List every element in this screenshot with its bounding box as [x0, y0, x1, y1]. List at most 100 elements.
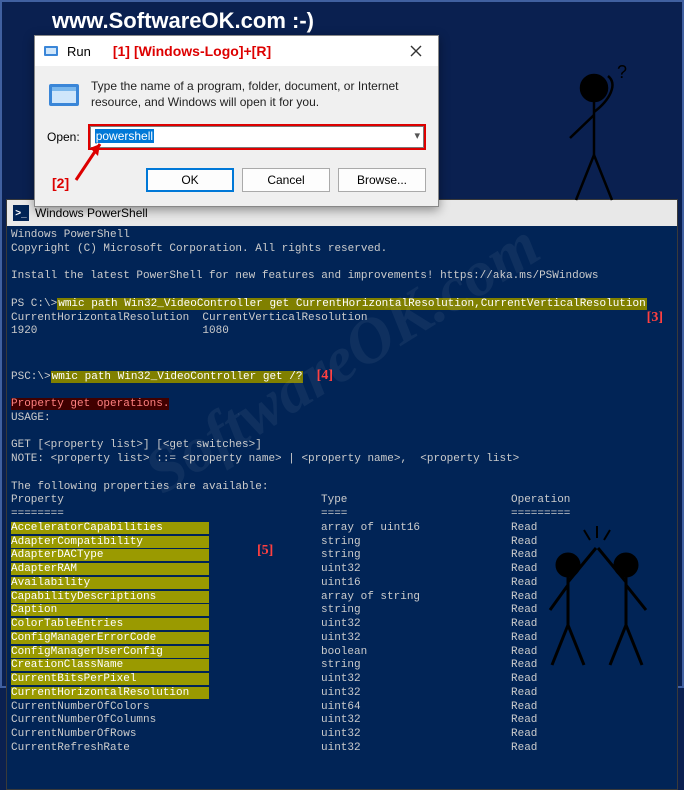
ps-cmd2: wmic path Win32_VideoController get /?	[51, 371, 304, 383]
powershell-console[interactable]: Windows PowerShell Copyright (C) Microso…	[7, 226, 677, 789]
prop-type: uint32	[321, 673, 511, 687]
prop-name: AdapterRAM	[11, 563, 209, 575]
prop-op: Read	[511, 742, 570, 756]
prop-name: CurrentRefreshRate	[11, 742, 209, 754]
prop-name: Availability	[11, 577, 209, 589]
table-row: AdapterCompatibility stringRead	[11, 536, 570, 550]
ps-prompt2: PSC:\>	[11, 371, 51, 383]
ps-avail: The following properties are available:	[11, 481, 268, 493]
run-description: Type the name of a program, folder, docu…	[91, 78, 426, 110]
cancel-button[interactable]: Cancel	[242, 168, 330, 192]
prop-type: string	[321, 536, 511, 550]
table-row: Caption stringRead	[11, 604, 570, 618]
annotation-3: [3]	[647, 309, 663, 327]
ps-val1: 1920 1080	[11, 325, 229, 337]
prop-type: string	[321, 549, 511, 563]
table-row: CurrentNumberOfRows uint32Read	[11, 728, 570, 742]
powershell-icon: >_	[13, 205, 29, 221]
arrow-icon	[70, 134, 110, 184]
th-operation: Operation	[511, 494, 570, 508]
prop-name: CurrentNumberOfColors	[11, 701, 209, 713]
table-row: CurrentHorizontalResolution uint32Read	[11, 687, 570, 701]
prop-type: uint16	[321, 577, 511, 591]
prop-type: uint32	[321, 563, 511, 577]
prop-type: uint64	[321, 701, 511, 715]
th-type: Type	[321, 494, 511, 508]
open-input[interactable]	[90, 126, 424, 148]
prop-name: AdapterCompatibility	[11, 536, 209, 548]
ps-get2: NOTE: <property list> ::= <property name…	[11, 453, 519, 465]
stickfigure-thinking: ?	[532, 60, 652, 210]
ps-error: Property get operations.	[11, 398, 169, 410]
prop-name: ConfigManagerUserConfig	[11, 646, 209, 658]
ps-install: Install the latest PowerShell for new fe…	[11, 270, 599, 282]
table-row: CapabilityDescriptions array of stringRe…	[11, 591, 570, 605]
table-row: AdapterRAM uint32Read	[11, 563, 570, 577]
prop-type: uint32	[321, 714, 511, 728]
table-row: AdapterDACType stringRead	[11, 549, 570, 563]
table-row: CreationClassName stringRead	[11, 659, 570, 673]
prop-op: Read	[511, 673, 570, 687]
annotation-1: [1]	[113, 43, 130, 59]
table-row: ColorTableEntries uint32Read	[11, 618, 570, 632]
prop-name: ConfigManagerErrorCode	[11, 632, 209, 644]
run-app-icon	[47, 78, 81, 112]
run-icon	[43, 43, 59, 59]
prop-name: Caption	[11, 604, 209, 616]
prop-type: array of string	[321, 591, 511, 605]
ps-hdr1: CurrentHorizontalResolution CurrentVerti…	[11, 312, 367, 324]
ps-cmd1: wmic path Win32_VideoController get Curr…	[57, 298, 647, 310]
annotation-hotkey: [Windows-Logo]+[R]	[134, 43, 271, 59]
property-table: PropertyTypeOperation===================…	[11, 494, 570, 755]
ps-prompt: PS C:\>	[11, 298, 57, 310]
table-row: CurrentRefreshRate uint32Read	[11, 742, 570, 756]
annotation-2: [2]	[52, 175, 69, 191]
prop-type: uint32	[321, 728, 511, 742]
ps-banner1: Windows PowerShell	[11, 229, 130, 241]
powershell-window: >_ Windows PowerShell Windows PowerShell…	[6, 199, 678, 790]
th-property: Property	[11, 494, 321, 508]
prop-type: uint32	[321, 632, 511, 646]
table-row: ConfigManagerUserConfig booleanRead	[11, 646, 570, 660]
table-row: CurrentBitsPerPixel uint32Read	[11, 673, 570, 687]
prop-type: uint32	[321, 687, 511, 701]
powershell-title: Windows PowerShell	[35, 206, 148, 220]
stickfigure-highfive	[528, 510, 668, 670]
prop-op: Read	[511, 687, 570, 701]
prop-type: uint32	[321, 742, 511, 756]
prop-type: array of uint16	[321, 522, 511, 536]
ps-usage: USAGE:	[11, 412, 51, 424]
prop-type: string	[321, 659, 511, 673]
browse-button[interactable]: Browse...	[338, 168, 426, 192]
prop-name: CreationClassName	[11, 659, 209, 671]
prop-type: string	[321, 604, 511, 618]
prop-op: Read	[511, 701, 570, 715]
table-row: ConfigManagerErrorCode uint32Read	[11, 632, 570, 646]
prop-op: Read	[511, 728, 570, 742]
prop-type: boolean	[321, 646, 511, 660]
svg-text:?: ?	[617, 62, 627, 82]
close-button[interactable]	[394, 36, 438, 66]
table-row: CurrentNumberOfColumns uint32Read	[11, 714, 570, 728]
ok-button[interactable]: OK	[146, 168, 234, 192]
ps-banner2: Copyright (C) Microsoft Corporation. All…	[11, 243, 387, 255]
ps-get1: GET [<property list>] [<get switches>]	[11, 439, 262, 451]
annotation-5: [5]	[257, 542, 273, 560]
table-row: CurrentNumberOfColors uint64Read	[11, 701, 570, 715]
prop-type: uint32	[321, 618, 511, 632]
open-combobox[interactable]: powershell ▾	[88, 124, 426, 150]
annotation-4: [4]	[317, 368, 333, 383]
prop-name: CurrentNumberOfColumns	[11, 714, 209, 726]
run-title: Run	[67, 44, 91, 59]
prop-name: ColorTableEntries	[11, 618, 209, 630]
prop-name: CurrentHorizontalResolution	[11, 687, 209, 699]
run-titlebar[interactable]: Run [1] [Windows-Logo]+[R]	[35, 36, 438, 66]
table-row: AcceleratorCapabilities array of uint16R…	[11, 522, 570, 536]
prop-name: CurrentNumberOfRows	[11, 728, 209, 740]
prop-op: Read	[511, 714, 570, 728]
prop-name: CapabilityDescriptions	[11, 591, 209, 603]
prop-name: AcceleratorCapabilities	[11, 522, 209, 534]
table-row: Availability uint16Read	[11, 577, 570, 591]
prop-name: CurrentBitsPerPixel	[11, 673, 209, 685]
page-header: www.SoftwareOK.com :-)	[2, 2, 682, 34]
